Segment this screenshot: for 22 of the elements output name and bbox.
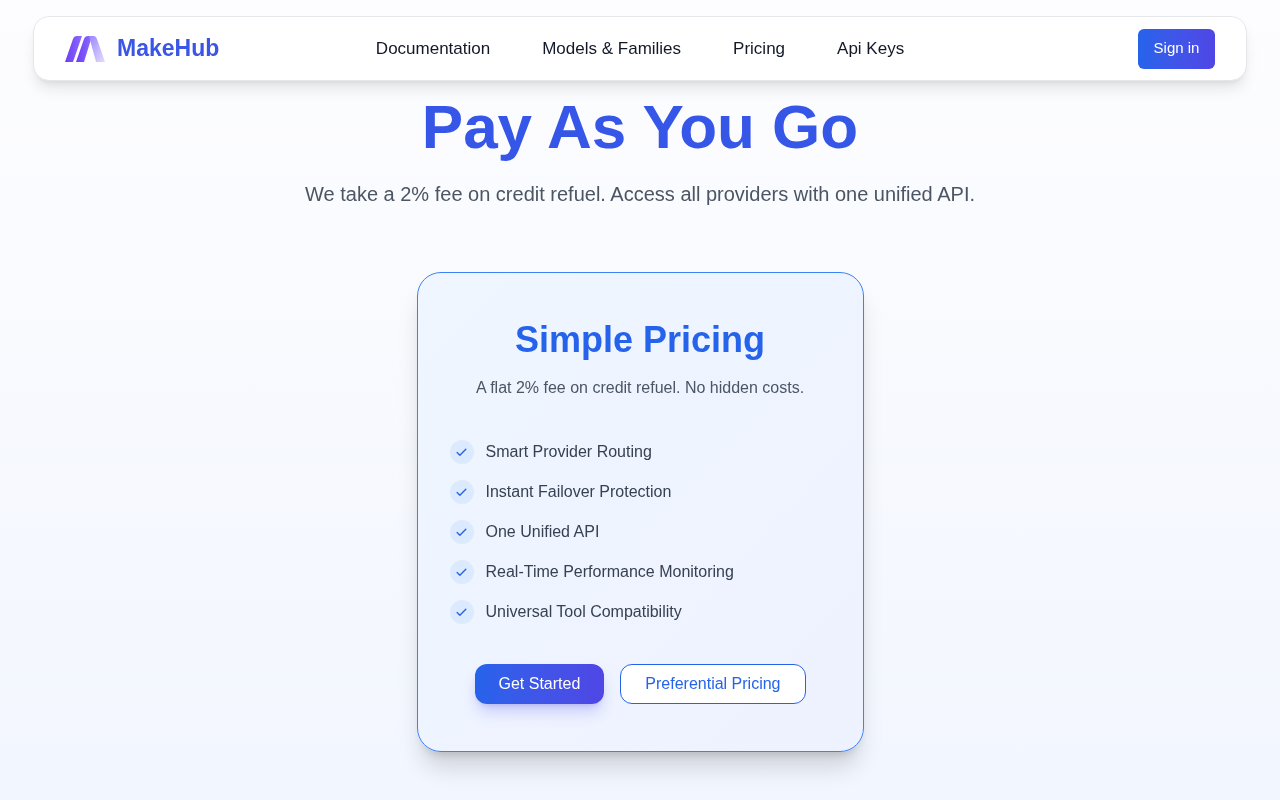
sign-in-button[interactable]: Sign in	[1138, 28, 1215, 69]
nav-link[interactable]: Api Keys	[837, 35, 905, 62]
preferential-pricing-button[interactable]: Preferential Pricing	[620, 664, 806, 704]
feature-text: Smart Provider Routing	[485, 442, 652, 462]
check-icon	[449, 520, 474, 544]
feature-text: Real-Time Performance Monitoring	[485, 562, 734, 582]
logo-icon	[65, 35, 105, 62]
brand-name[interactable]: MakeHub	[117, 31, 220, 66]
nav-link[interactable]: Pricing	[733, 35, 786, 62]
feature-text: One Unified API	[485, 522, 600, 542]
feature-text: Instant Failover Protection	[485, 482, 672, 502]
check-icon	[449, 440, 474, 464]
nav-link[interactable]: Models & Families	[542, 35, 682, 62]
check-icon	[449, 480, 474, 504]
feature-text: Universal Tool Compatibility	[485, 602, 682, 622]
card-title: Simple Pricing	[514, 320, 766, 360]
get-started-button[interactable]: Get Started	[474, 664, 605, 704]
nav-link[interactable]: Documentation	[375, 35, 491, 62]
hero-subtitle: We take a 2% fee on credit refuel. Access all providers with one unified API.	[305, 182, 975, 207]
check-icon	[449, 560, 474, 584]
check-icon	[449, 600, 474, 624]
card-subtitle: A flat 2% fee on credit refuel. No hidden costs.	[475, 378, 805, 398]
